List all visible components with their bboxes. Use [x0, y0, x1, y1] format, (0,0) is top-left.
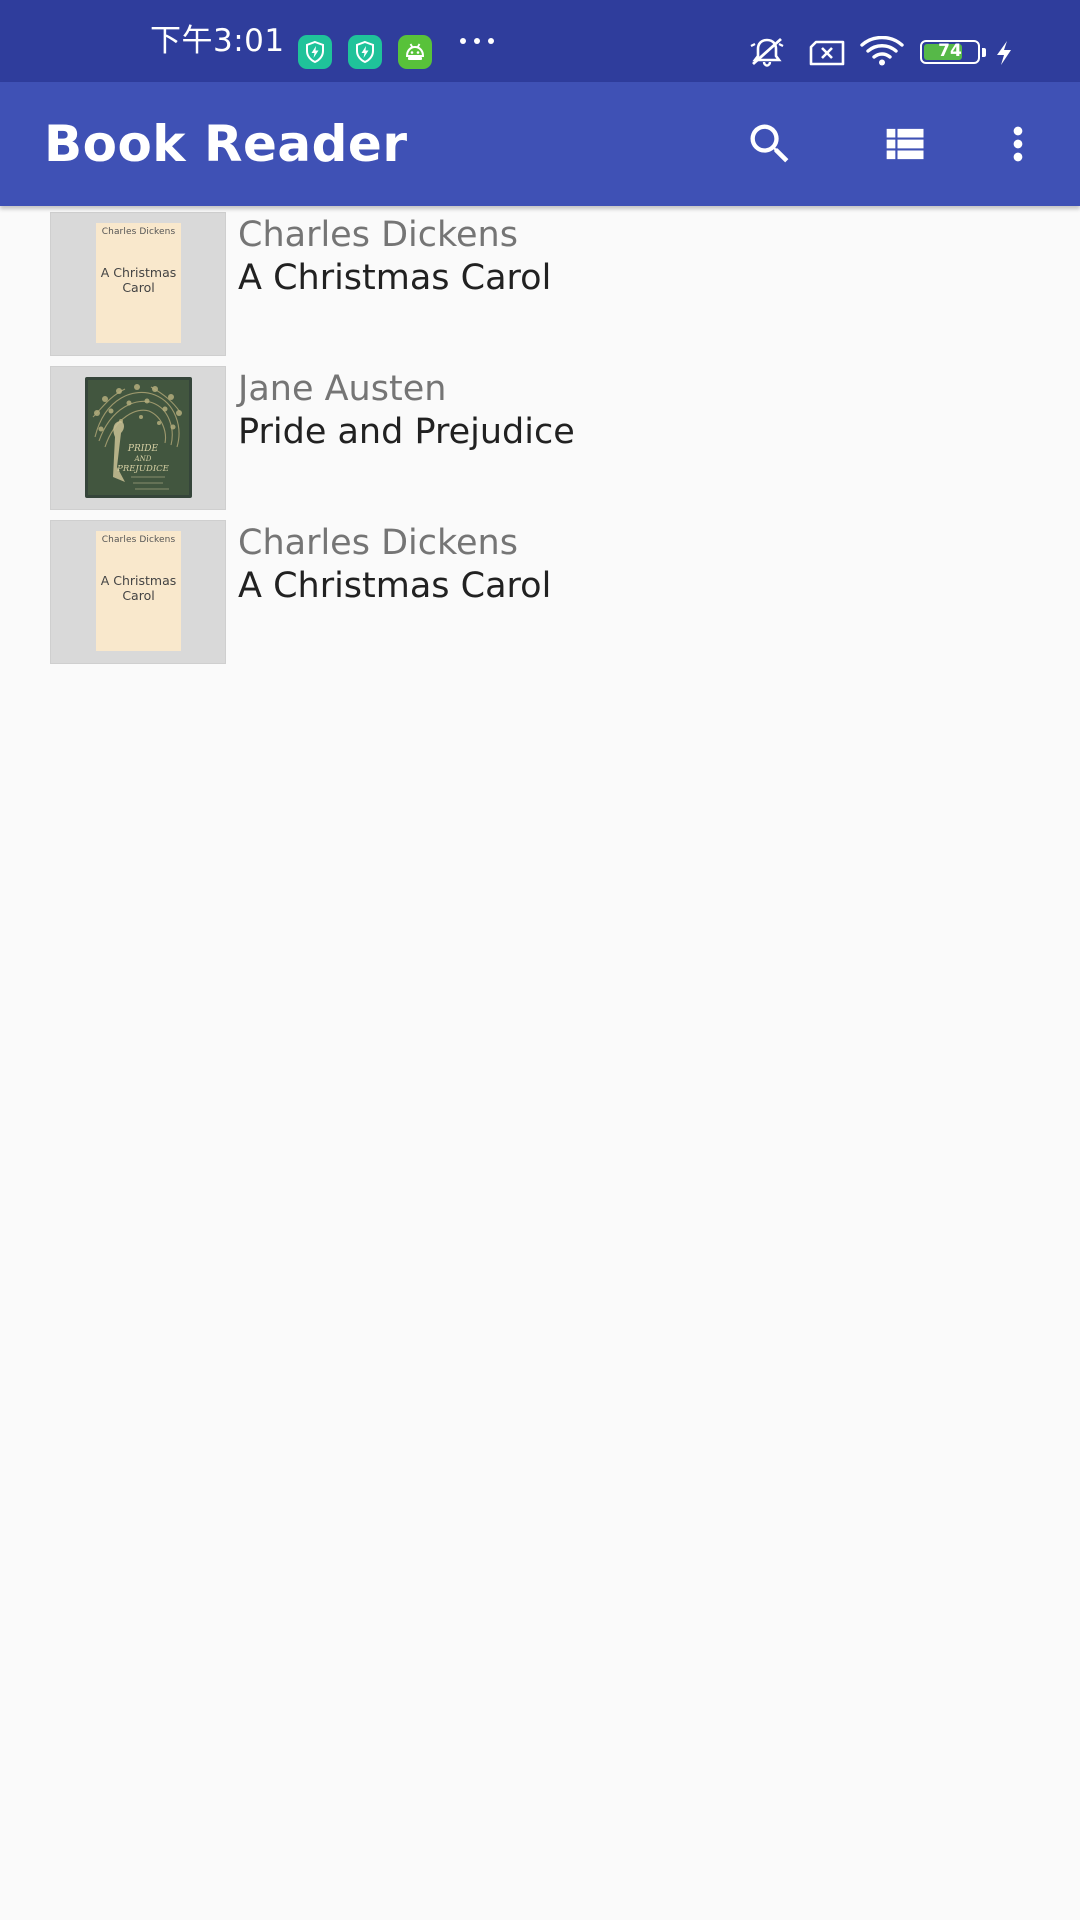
status-bar: 下午3:01 74	[0, 0, 1080, 82]
book-author: Charles Dickens	[238, 523, 518, 563]
list-view-icon[interactable]	[862, 102, 946, 186]
cover-author: Charles Dickens	[101, 227, 176, 237]
no-sim-icon	[808, 40, 846, 70]
illustrated-book-cover: PRIDE AND PREJUDICE	[85, 377, 192, 498]
book-cover: Charles Dickens A Christmas Carol	[96, 531, 181, 651]
book-title: A Christmas Carol	[238, 258, 552, 298]
bolt-shield-icon	[298, 35, 332, 69]
book-list-item[interactable]: Charles Dickens A Christmas Carol Charle…	[0, 514, 1080, 664]
charging-icon	[994, 40, 1014, 70]
book-author: Jane Austen	[238, 369, 447, 409]
book-cover-thumbnail[interactable]: Charles Dickens A Christmas Carol	[50, 520, 226, 664]
cover-title-part1: PRIDE	[127, 444, 159, 454]
book-cover: Charles Dickens A Christmas Carol	[96, 223, 181, 343]
wifi-icon	[860, 35, 904, 70]
more-notifications-icon	[460, 0, 494, 82]
bolt-shield-icon	[348, 35, 382, 69]
book-author: Charles Dickens	[238, 215, 518, 255]
cover-title: A Christmas Carol	[100, 265, 177, 295]
cover-title: A Christmas Carol	[100, 573, 177, 603]
android-icon	[398, 35, 432, 69]
search-icon[interactable]	[728, 102, 812, 186]
more-vert-icon[interactable]	[976, 102, 1060, 186]
book-cover-thumbnail[interactable]: PRIDE AND PREJUDICE	[50, 366, 226, 510]
cover-author: Charles Dickens	[101, 535, 176, 545]
cover-title-part3: PREJUDICE	[116, 464, 170, 474]
battery-nub	[982, 48, 986, 57]
book-cover-thumbnail[interactable]: Charles Dickens A Christmas Carol	[50, 212, 226, 356]
status-time: 下午3:01	[150, 23, 285, 59]
book-list-item[interactable]: PRIDE AND PREJUDICE Jane Austen Pride an…	[0, 360, 1080, 510]
app-bar: Book Reader	[0, 82, 1080, 206]
battery-level: 74	[938, 41, 962, 61]
app-title: Book Reader	[44, 115, 408, 173]
book-title: A Christmas Carol	[238, 566, 552, 606]
book-title: Pride and Prejudice	[238, 412, 575, 452]
book-list-item[interactable]: Charles Dickens A Christmas Carol Charle…	[0, 206, 1080, 356]
cover-title-part2: AND	[134, 455, 152, 463]
mute-icon	[748, 36, 786, 72]
battery-icon: 74	[920, 40, 980, 64]
